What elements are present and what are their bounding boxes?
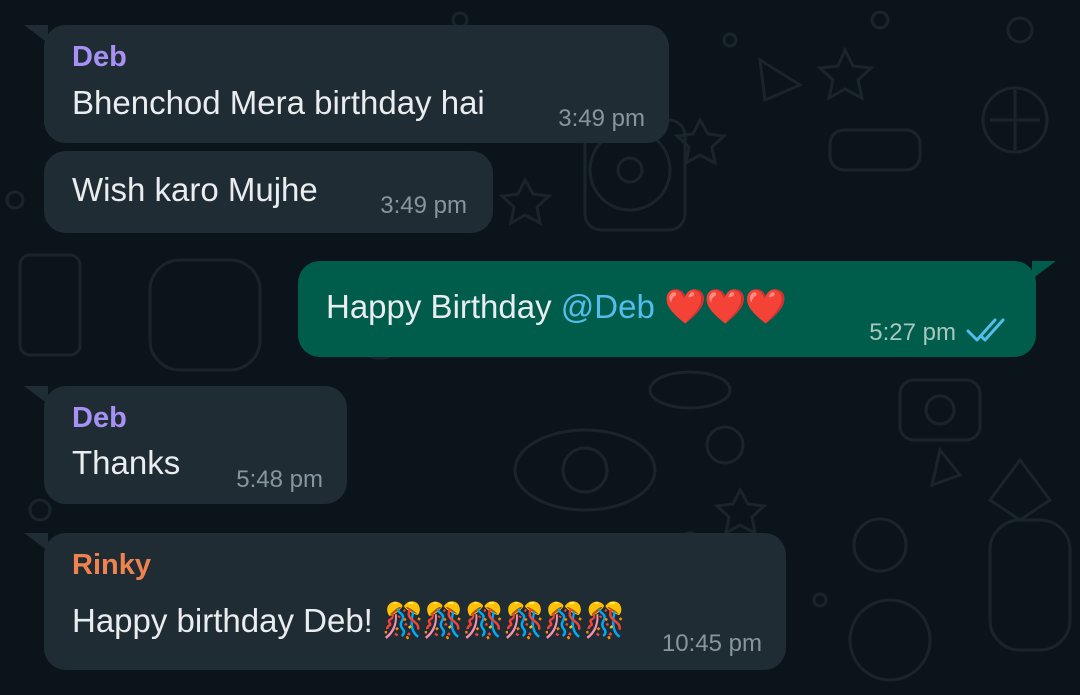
bubble-tail: [24, 386, 48, 404]
message-time: 10:45 pm: [661, 630, 762, 657]
sender-name[interactable]: Rinky: [72, 549, 151, 582]
confetti-ball-emoji: 🎊🎊🎊🎊🎊🎊: [382, 602, 626, 640]
message-bubble-incoming[interactable]: Deb Bhenchod Mera birthday hai 3:49 pm: [24, 25, 669, 143]
message-text: Bhenchod Mera birthday hai: [72, 84, 485, 121]
double-check-read-icon: [966, 318, 1005, 342]
message-text: Happy Birthday @Deb ❤️❤️❤️: [326, 287, 787, 327]
sender-name[interactable]: Deb: [72, 402, 127, 435]
message-bubble-outgoing[interactable]: Happy Birthday @Deb ❤️❤️❤️ 5:27 pm: [298, 261, 1056, 357]
message-time: 3:49 pm: [380, 192, 467, 219]
message-time: 3:49 pm: [558, 105, 645, 132]
message-text: Happy birthday Deb! 🎊🎊🎊🎊🎊🎊: [72, 601, 626, 641]
heart-emoji: ❤️❤️❤️: [664, 288, 787, 326]
bubble-tail: [24, 25, 48, 43]
sender-name[interactable]: Deb: [72, 41, 127, 74]
message-text-body: Happy birthday Deb!: [72, 602, 383, 639]
mention-link[interactable]: @Deb: [561, 288, 655, 325]
message-time: 5:48 pm: [236, 466, 323, 493]
message-time: 5:27 pm: [869, 319, 956, 346]
message-bubble-incoming[interactable]: Wish karo Mujhe 3:49 pm: [44, 151, 493, 233]
bubble-tail: [1032, 261, 1056, 279]
bubble-tail: [24, 533, 48, 551]
message-text: Thanks: [72, 444, 181, 481]
message-text-body: Happy Birthday: [326, 288, 561, 325]
message-bubble-incoming[interactable]: Deb Thanks 5:48 pm: [24, 386, 347, 504]
message-text: Wish karo Mujhe: [72, 171, 318, 208]
message-bubble-incoming[interactable]: Rinky Happy birthday Deb! 🎊🎊🎊🎊🎊🎊 10:45 p…: [24, 533, 786, 670]
